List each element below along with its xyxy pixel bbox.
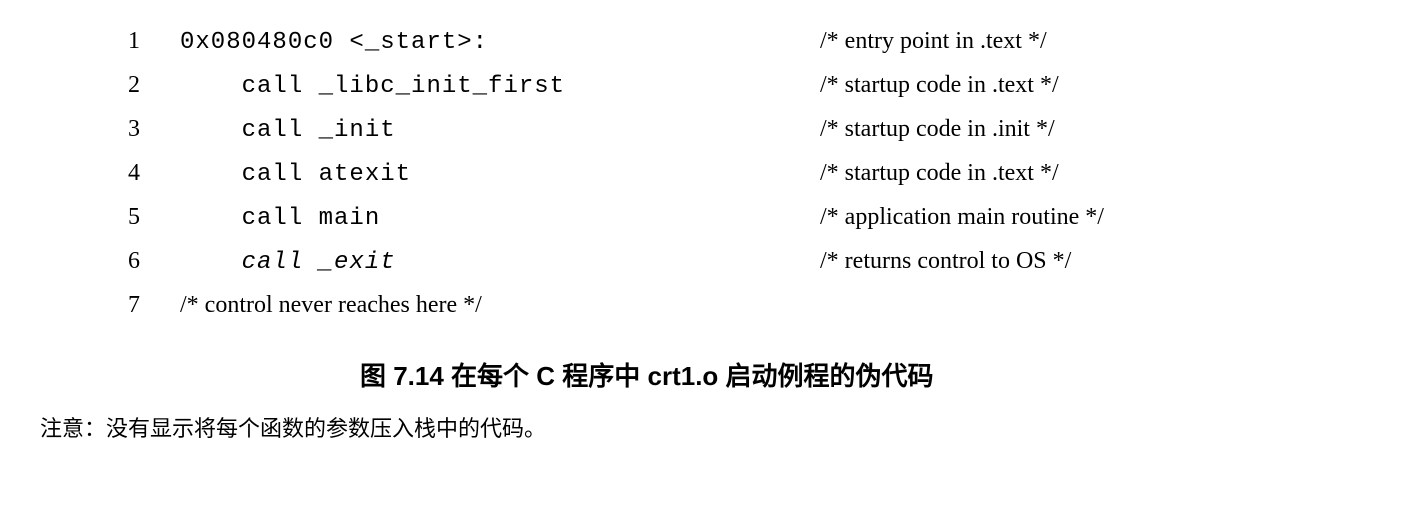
code-line: 2 call _libc_init_first /* startup code … <box>50 64 1374 108</box>
code-line: 1 0x080480c0 <_start>: /* entry point in… <box>50 20 1374 64</box>
code-comment: /* startup code in .text */ <box>820 152 1059 194</box>
code-text: 0x080480c0 <_start>: <box>180 22 820 64</box>
figure-note: 注意：没有显示将每个函数的参数压入栈中的代码。 <box>40 411 1374 443</box>
code-text: call main <box>180 198 820 240</box>
line-number: 6 <box>50 240 180 282</box>
code-text: call _libc_init_first <box>180 66 820 108</box>
line-number: 1 <box>50 20 180 62</box>
code-text: call atexit <box>180 154 820 196</box>
code-comment: /* entry point in .text */ <box>820 20 1047 62</box>
code-line: 4 call atexit /* startup code in .text *… <box>50 152 1374 196</box>
figure-caption: 图 7.14 在每个 C 程序中 crt1.o 启动例程的伪代码 <box>360 356 1374 393</box>
code-line: 6 call _exit /* returns control to OS */ <box>50 240 1374 284</box>
code-line: 7 /* control never reaches here */ <box>50 284 1374 326</box>
code-comment: /* application main routine */ <box>820 196 1104 238</box>
line-number: 5 <box>50 196 180 238</box>
code-text: call _exit <box>180 242 820 284</box>
line-number: 7 <box>50 284 180 326</box>
code-line: 5 call main /* application main routine … <box>50 196 1374 240</box>
code-text: /* control never reaches here */ <box>180 284 820 326</box>
line-number: 4 <box>50 152 180 194</box>
code-listing: 1 0x080480c0 <_start>: /* entry point in… <box>50 20 1374 326</box>
line-number: 3 <box>50 108 180 150</box>
code-text: call _init <box>180 110 820 152</box>
code-comment: /* startup code in .text */ <box>820 64 1059 106</box>
code-comment: /* startup code in .init */ <box>820 108 1055 150</box>
code-line: 3 call _init /* startup code in .init */ <box>50 108 1374 152</box>
code-comment: /* returns control to OS */ <box>820 240 1071 282</box>
line-number: 2 <box>50 64 180 106</box>
